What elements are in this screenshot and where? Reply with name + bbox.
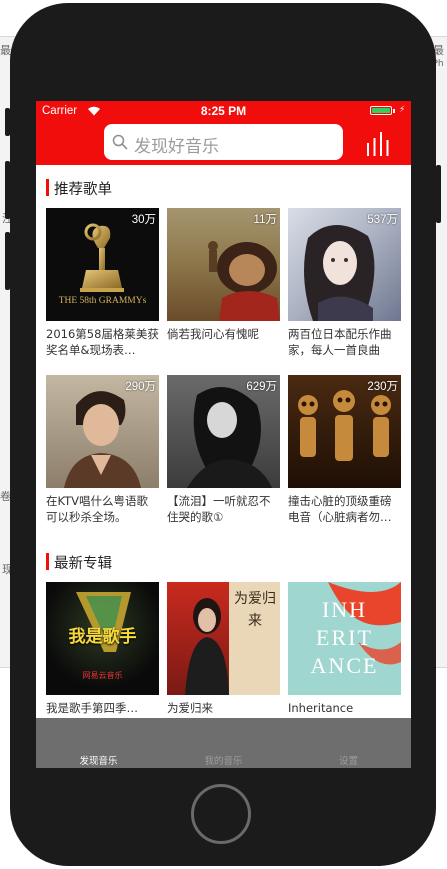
playlist-title: 撞击心脏的顶级重磅电音（心脏病者勿… xyxy=(288,494,392,524)
sad-woman-cover: 629万 xyxy=(167,375,280,488)
section-title-text: 最新专辑 xyxy=(54,556,112,572)
play-count: 230万 xyxy=(367,381,398,393)
battery-icon xyxy=(370,106,392,115)
search-icon xyxy=(112,134,128,150)
album-title: 为爱归来 xyxy=(167,701,213,715)
i-am-singer-cover: 我是歌手 网易云音乐 xyxy=(46,582,159,695)
volume-down-button xyxy=(5,232,10,290)
status-time: 8:25 PM xyxy=(200,104,247,118)
cover-subtext: 网易云音乐 xyxy=(82,671,123,680)
app-screen: Carrier 8:25 PM ⚡ 发现好音乐 推荐歌单 THE 58th GR… xyxy=(36,101,411,768)
tab-my-music[interactable]: 我的音乐 xyxy=(161,753,286,767)
album-card[interactable]: 我是歌手 网易云音乐 我是歌手第四季… xyxy=(46,582,159,716)
anime-girl-cover: 537万 xyxy=(288,208,401,321)
playlist-title: 两百位日本配乐作曲家，每人一首良曲 xyxy=(288,327,392,357)
play-count: 537万 xyxy=(367,214,398,226)
section-accent-bar xyxy=(46,179,49,196)
playlist-card[interactable]: 230万 撞击心脏的顶级重磅电音（心脏病者勿… xyxy=(288,375,401,525)
playlist-title: 【流泪】一听就忍不住哭的歌① xyxy=(167,494,271,524)
album-title: 我是歌手第四季… xyxy=(46,701,138,715)
playlist-title: 倘若我问心有愧呢 xyxy=(167,327,259,341)
section-accent-bar xyxy=(46,553,49,570)
playlist-title: 在KTV唱什么粤语歌可以秒杀全场。 xyxy=(46,494,149,524)
inheritance-cover: INH ERIT ANCE xyxy=(288,582,401,695)
album-title: Inheritance xyxy=(288,701,354,715)
mute-switch xyxy=(5,108,10,136)
grammy-award-cover: THE 58th GRAMMYs 30万 xyxy=(46,208,159,321)
playlist-card[interactable]: THE 58th GRAMMYs 30万 2016第58届格莱美获奖名单&现场表… xyxy=(46,208,159,358)
playlist-card[interactable]: 537万 两百位日本配乐作曲家，每人一首良曲 xyxy=(288,208,401,358)
status-bar: Carrier 8:25 PM ⚡ xyxy=(36,101,411,121)
battery-tip xyxy=(393,109,395,113)
play-count: 290万 xyxy=(125,381,156,393)
monkey-king-cover: 11万 xyxy=(167,208,280,321)
power-button xyxy=(436,165,441,223)
search-placeholder: 发现好音乐 xyxy=(134,137,219,157)
playlist-title: 2016第58届格莱美获奖名单&现场表… xyxy=(46,327,159,357)
charging-icon: ⚡ xyxy=(399,105,406,115)
equalizer-bars-icon[interactable] xyxy=(365,130,393,156)
play-count: 629万 xyxy=(246,381,277,393)
album-card[interactable]: 为爱归来 为爱归来 xyxy=(167,582,280,716)
playlist-card[interactable]: 11万 倘若我问心有愧呢 xyxy=(167,208,280,358)
skeletons-cover: 230万 xyxy=(288,375,401,488)
nav-bar: 发现好音乐 xyxy=(36,121,411,165)
cover-text: INH ERIT ANCE xyxy=(310,597,379,678)
cover-text: 为爱归来 xyxy=(234,591,276,629)
album-card[interactable]: INH ERIT ANCE Inheritance xyxy=(288,582,401,716)
play-count: 30万 xyxy=(131,214,156,226)
search-bar[interactable]: 发现好音乐 xyxy=(104,124,343,160)
return-for-love-cover: 为爱归来 xyxy=(167,582,280,695)
playlist-card[interactable]: 290万 在KTV唱什么粤语歌可以秒杀全场。 xyxy=(46,375,159,525)
play-count: 11万 xyxy=(253,214,277,226)
tab-settings[interactable]: 设置 xyxy=(286,753,411,767)
playlist-card[interactable]: 629万 【流泪】一听就忍不住哭的歌① xyxy=(167,375,280,525)
volume-up-button xyxy=(5,161,10,219)
tab-bar: 发现音乐 我的音乐 设置 xyxy=(36,718,411,768)
singer-portrait-cover: 290万 xyxy=(46,375,159,488)
tab-discover-music[interactable]: 发现音乐 xyxy=(36,753,161,767)
section-title-text: 推荐歌单 xyxy=(54,182,112,198)
home-button[interactable] xyxy=(191,784,251,844)
cover-text: THE 58th GRAMMYs xyxy=(58,296,147,306)
cover-text: 我是歌手 xyxy=(68,627,137,647)
